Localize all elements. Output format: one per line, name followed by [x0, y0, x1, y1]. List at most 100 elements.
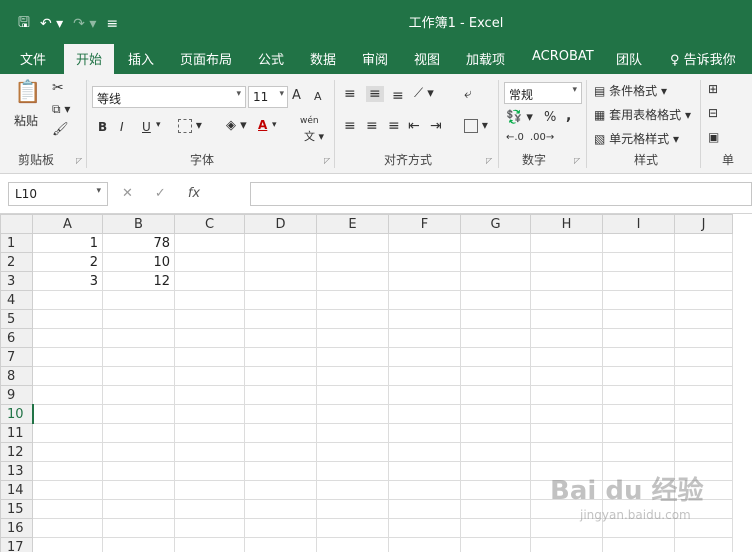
cell-d9[interactable] [244, 385, 317, 405]
cell-f17[interactable] [388, 537, 461, 552]
cell-c15[interactable] [174, 499, 245, 519]
cell-i7[interactable] [602, 347, 675, 367]
cell-c16[interactable] [174, 518, 245, 538]
cell-c9[interactable] [174, 385, 245, 405]
cell-b4[interactable] [102, 290, 175, 310]
cell-i10[interactable] [602, 404, 675, 424]
cell-a12[interactable] [32, 442, 103, 462]
column-header-c[interactable]: C [174, 214, 245, 234]
font-name-select[interactable]: 等线 ▾ [92, 86, 246, 108]
cell-g8[interactable] [460, 366, 531, 386]
cell-d13[interactable] [244, 461, 317, 481]
cell-j17[interactable] [674, 537, 733, 552]
tab-addins[interactable]: 加载项 [466, 49, 505, 68]
cell-b5[interactable] [102, 309, 175, 329]
cell-i11[interactable] [602, 423, 675, 443]
cell-g1[interactable] [460, 233, 531, 253]
cell-a3[interactable]: 3 [32, 271, 103, 291]
border-icon[interactable]: ▾ [178, 118, 202, 133]
cell-e6[interactable] [316, 328, 389, 348]
underline-button[interactable]: U [142, 120, 151, 134]
align-center-icon[interactable]: ≡ [366, 118, 378, 134]
tell-me-search[interactable]: ♀ 告诉我你 [670, 49, 736, 68]
cell-b8[interactable] [102, 366, 175, 386]
cell-e1[interactable] [316, 233, 389, 253]
cell-b10[interactable] [102, 404, 175, 424]
cell-f13[interactable] [388, 461, 461, 481]
cell-a1[interactable]: 1 [32, 233, 103, 253]
chevron-down-icon[interactable]: ▾ [272, 120, 277, 130]
cell-c14[interactable] [174, 480, 245, 500]
comma-button[interactable]: , [566, 108, 571, 124]
cell-c8[interactable] [174, 366, 245, 386]
cell-b9[interactable] [102, 385, 175, 405]
format-cells-icon[interactable]: ▣ [708, 130, 719, 144]
column-header-j[interactable]: J [674, 214, 733, 234]
cell-d1[interactable] [244, 233, 317, 253]
cell-a9[interactable] [32, 385, 103, 405]
cell-g14[interactable] [460, 480, 531, 500]
cell-h5[interactable] [530, 309, 603, 329]
cell-d14[interactable] [244, 480, 317, 500]
row-header-13[interactable]: 13 [0, 461, 33, 481]
cell-f6[interactable] [388, 328, 461, 348]
cell-c6[interactable] [174, 328, 245, 348]
cell-f4[interactable] [388, 290, 461, 310]
cell-i8[interactable] [602, 366, 675, 386]
cell-j8[interactable] [674, 366, 733, 386]
cell-c3[interactable] [174, 271, 245, 291]
cell-b13[interactable] [102, 461, 175, 481]
column-header-h[interactable]: H [530, 214, 603, 234]
number-launcher-icon[interactable]: ◸ [574, 156, 580, 165]
orientation-icon[interactable]: ⟋ ▾ [414, 86, 434, 101]
cell-j11[interactable] [674, 423, 733, 443]
wrap-text-icon[interactable]: ⤶ [464, 86, 472, 102]
row-header-2[interactable]: 2 [0, 252, 33, 272]
cell-c13[interactable] [174, 461, 245, 481]
cell-b7[interactable] [102, 347, 175, 367]
row-header-5[interactable]: 5 [0, 309, 33, 329]
cell-g9[interactable] [460, 385, 531, 405]
cell-g5[interactable] [460, 309, 531, 329]
increase-decimal-icon[interactable]: ←.0 [506, 132, 524, 143]
column-header-d[interactable]: D [244, 214, 317, 234]
cell-g17[interactable] [460, 537, 531, 552]
cell-f9[interactable] [388, 385, 461, 405]
paste-icon[interactable]: 📋 [14, 80, 41, 105]
cell-e12[interactable] [316, 442, 389, 462]
row-header-6[interactable]: 6 [0, 328, 33, 348]
insert-function-icon[interactable]: fx [188, 186, 200, 201]
font-color-button[interactable]: A [258, 118, 267, 132]
tab-acrobat[interactable]: ACROBAT [532, 49, 594, 64]
chevron-down-icon[interactable]: 文 ▾ [304, 128, 324, 144]
cell-i9[interactable] [602, 385, 675, 405]
cell-d12[interactable] [244, 442, 317, 462]
cell-b6[interactable] [102, 328, 175, 348]
align-bottom-icon[interactable]: ≡ [392, 88, 404, 104]
cell-d6[interactable] [244, 328, 317, 348]
cell-j6[interactable] [674, 328, 733, 348]
cell-e14[interactable] [316, 480, 389, 500]
cell-c1[interactable] [174, 233, 245, 253]
cell-e13[interactable] [316, 461, 389, 481]
cell-f16[interactable] [388, 518, 461, 538]
cell-e3[interactable] [316, 271, 389, 291]
cell-g10[interactable] [460, 404, 531, 424]
chevron-down-icon[interactable]: ▾ [156, 120, 161, 130]
cell-i6[interactable] [602, 328, 675, 348]
font-launcher-icon[interactable]: ◸ [324, 156, 330, 165]
tab-file[interactable]: 文件 [20, 49, 46, 68]
cell-b2[interactable]: 10 [102, 252, 175, 272]
cell-j1[interactable] [674, 233, 733, 253]
cell-d16[interactable] [244, 518, 317, 538]
cell-g15[interactable] [460, 499, 531, 519]
cell-f12[interactable] [388, 442, 461, 462]
cell-h11[interactable] [530, 423, 603, 443]
cell-j12[interactable] [674, 442, 733, 462]
conditional-formatting-button[interactable]: ▤ 条件格式 ▾ [594, 82, 667, 99]
cell-a7[interactable] [32, 347, 103, 367]
cell-b11[interactable] [102, 423, 175, 443]
cell-e9[interactable] [316, 385, 389, 405]
cell-d5[interactable] [244, 309, 317, 329]
cell-c7[interactable] [174, 347, 245, 367]
